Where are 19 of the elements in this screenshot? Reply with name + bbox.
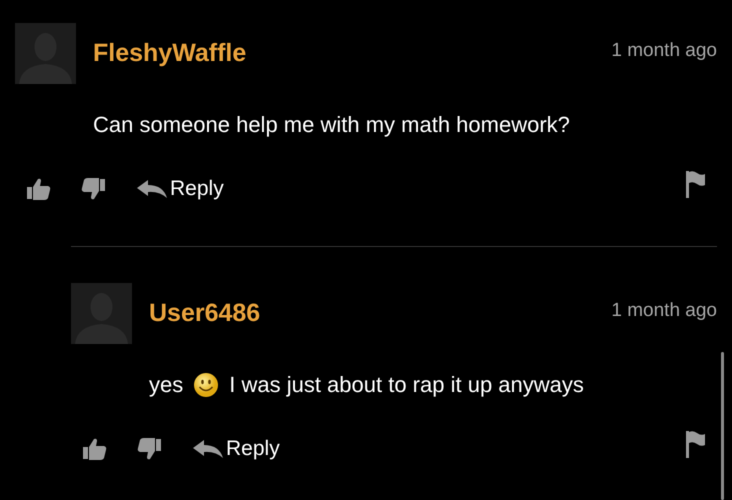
username[interactable]: User6486 <box>149 299 260 328</box>
comment-text: yes <box>149 371 184 399</box>
thumbs-down-icon[interactable] <box>137 436 163 462</box>
reply-button[interactable]: Reply <box>193 437 280 461</box>
scrollbar[interactable] <box>721 352 724 500</box>
timestamp: 1 month ago <box>611 300 717 322</box>
reply-arrow-icon <box>137 179 167 199</box>
flag-icon[interactable] <box>684 430 706 458</box>
comment-text: I was just about to rap it up anyways <box>229 371 584 399</box>
thumbs-down-icon[interactable] <box>81 176 107 202</box>
reply-arrow-icon <box>193 439 223 459</box>
timestamp: 1 month ago <box>611 40 717 62</box>
reply-button[interactable]: Reply <box>137 177 224 201</box>
thumbs-up-icon[interactable] <box>25 176 51 202</box>
flag-icon[interactable] <box>684 170 706 198</box>
thumbs-up-icon[interactable] <box>81 436 107 462</box>
username[interactable]: FleshyWaffle <box>93 39 246 68</box>
smiley-icon <box>193 372 220 398</box>
comment-text: Can someone help me with my math homework? <box>93 111 570 139</box>
